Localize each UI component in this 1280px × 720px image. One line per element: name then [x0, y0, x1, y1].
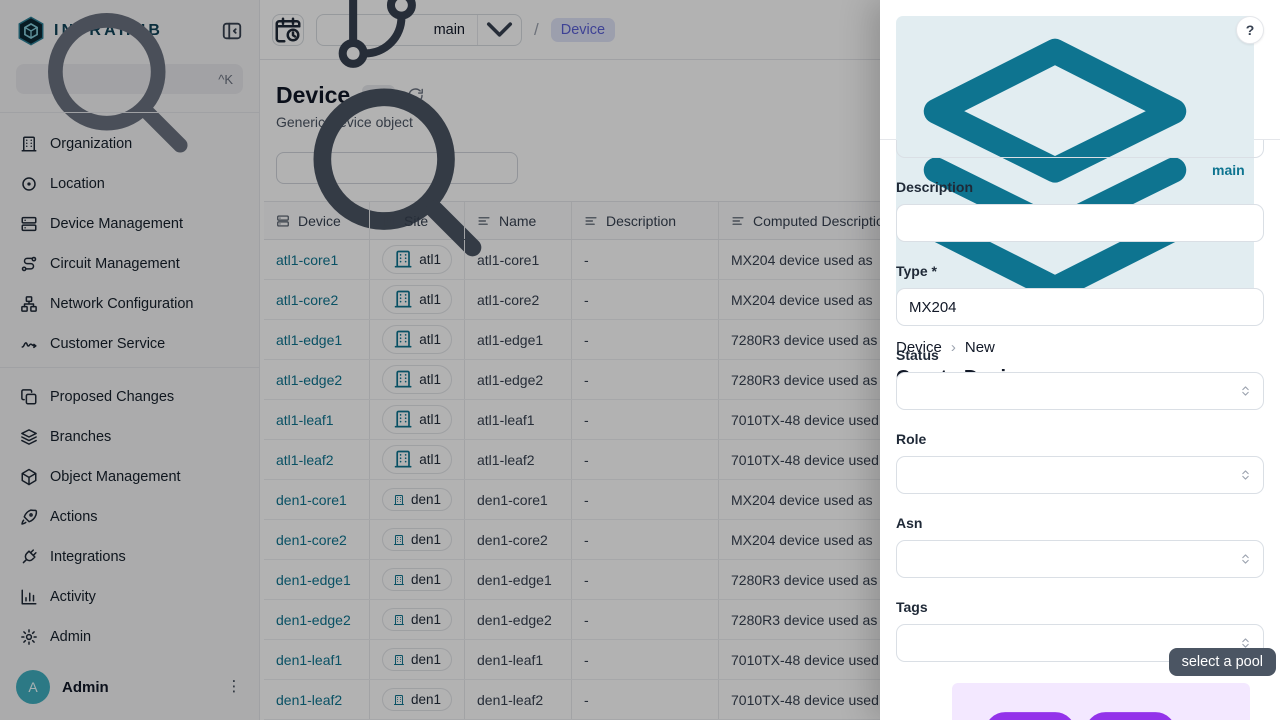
description-label: Description [896, 179, 1264, 195]
role-label: Role [896, 431, 1264, 447]
tags-label: Tags [896, 599, 1264, 615]
select-pool-tooltip: select a pool [1169, 648, 1276, 676]
status-label: Status [896, 347, 1264, 363]
drawer-header: main ? Device › New Create Device Generi… [880, 0, 1280, 140]
type-label: Type * [896, 263, 1264, 279]
grid-icon [960, 687, 1201, 720]
status-select[interactable] [896, 372, 1264, 410]
ip-pool-badge[interactable]: My IP [952, 683, 1250, 720]
chevrons-up-down-icon [1239, 553, 1252, 566]
asn-select[interactable] [896, 540, 1264, 578]
infrahub-app: INFRAHUB ^K Organization Location Device… [0, 0, 1280, 720]
description-textarea[interactable] [896, 204, 1264, 242]
chevrons-up-down-icon [1239, 469, 1252, 482]
asn-label: Asn [896, 515, 1264, 531]
type-input[interactable] [896, 288, 1264, 326]
create-device-drawer: main ? Device › New Create Device Generi… [880, 0, 1280, 720]
name-field-partial[interactable] [896, 140, 1264, 158]
role-select[interactable] [896, 456, 1264, 494]
drawer-form: Description Type * Status Role Asn Tags … [880, 140, 1280, 720]
help-button[interactable]: ? [1236, 16, 1264, 44]
chevrons-up-down-icon [1239, 385, 1252, 398]
